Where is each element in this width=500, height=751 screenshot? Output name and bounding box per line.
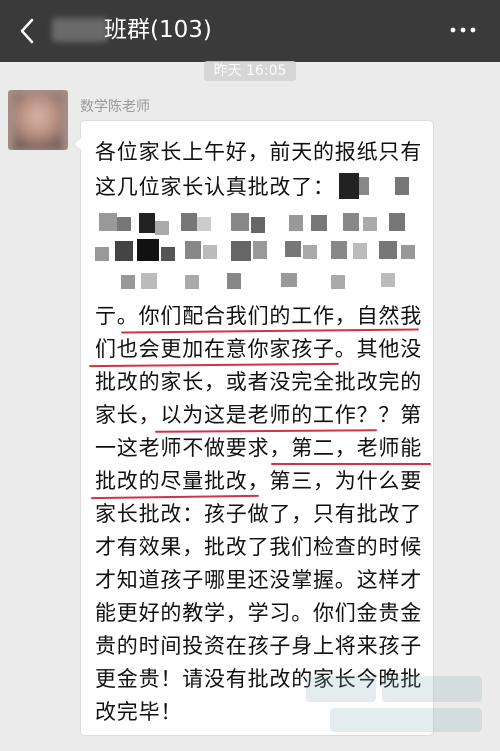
sender-name: 数学陈老师: [80, 99, 150, 115]
redacted-group-name: [52, 18, 108, 42]
redacted-names-block: [81, 121, 433, 321]
message-line-8: 家长，以为这是老师的工作？？第: [95, 403, 422, 427]
message-bubble[interactable]: 各位家长上午好，前天的报纸只有 这几位家长认真批改了： 亍。你们配合我们的工作，…: [73, 120, 434, 736]
message-line-10: 批改的尽量批改，第三，为什么要: [95, 469, 422, 493]
timestamp-label: 昨天 16:05: [203, 61, 297, 81]
chat-header: 班群(103): [0, 0, 500, 62]
message-line-5: 亍。你们配合我们的工作，自然我: [95, 304, 422, 328]
message-line-6: 们也会更加在意你家孩子。其他没: [95, 337, 422, 361]
message-timestamp: 昨天 16:05: [0, 60, 500, 81]
message-line-9: 一这老师不做要求，第二，老师能: [95, 436, 422, 460]
message-line-13: 才知道孩子哪里还没掌握。这样才: [95, 568, 422, 592]
message-line-17: 改完毕！: [95, 700, 183, 724]
message-line-14: 能更好的教学，学习。你们金贵金: [95, 601, 422, 625]
message-line-11: 家长批改：孩子做了，只有批改了: [95, 502, 422, 526]
bubble-tail: [73, 137, 81, 151]
avatar[interactable]: [8, 90, 68, 150]
chat-title: 班群(103): [104, 17, 212, 43]
chevron-left-icon[interactable]: [14, 14, 42, 48]
avatar-photo: [14, 94, 62, 150]
message-line-12: 才有效果，批改了我们检查的时候: [95, 535, 422, 559]
message-line-15: 贵的时间投资在孩子身上将来孩子: [95, 634, 422, 658]
message-line-16: 更金贵！请没有批改的家长今晚批: [95, 667, 422, 691]
more-dots-icon[interactable]: [448, 22, 478, 38]
highlight-underline: [271, 463, 431, 465]
message-line-7: 批改的家长，或者没完全批改完的: [95, 370, 422, 394]
